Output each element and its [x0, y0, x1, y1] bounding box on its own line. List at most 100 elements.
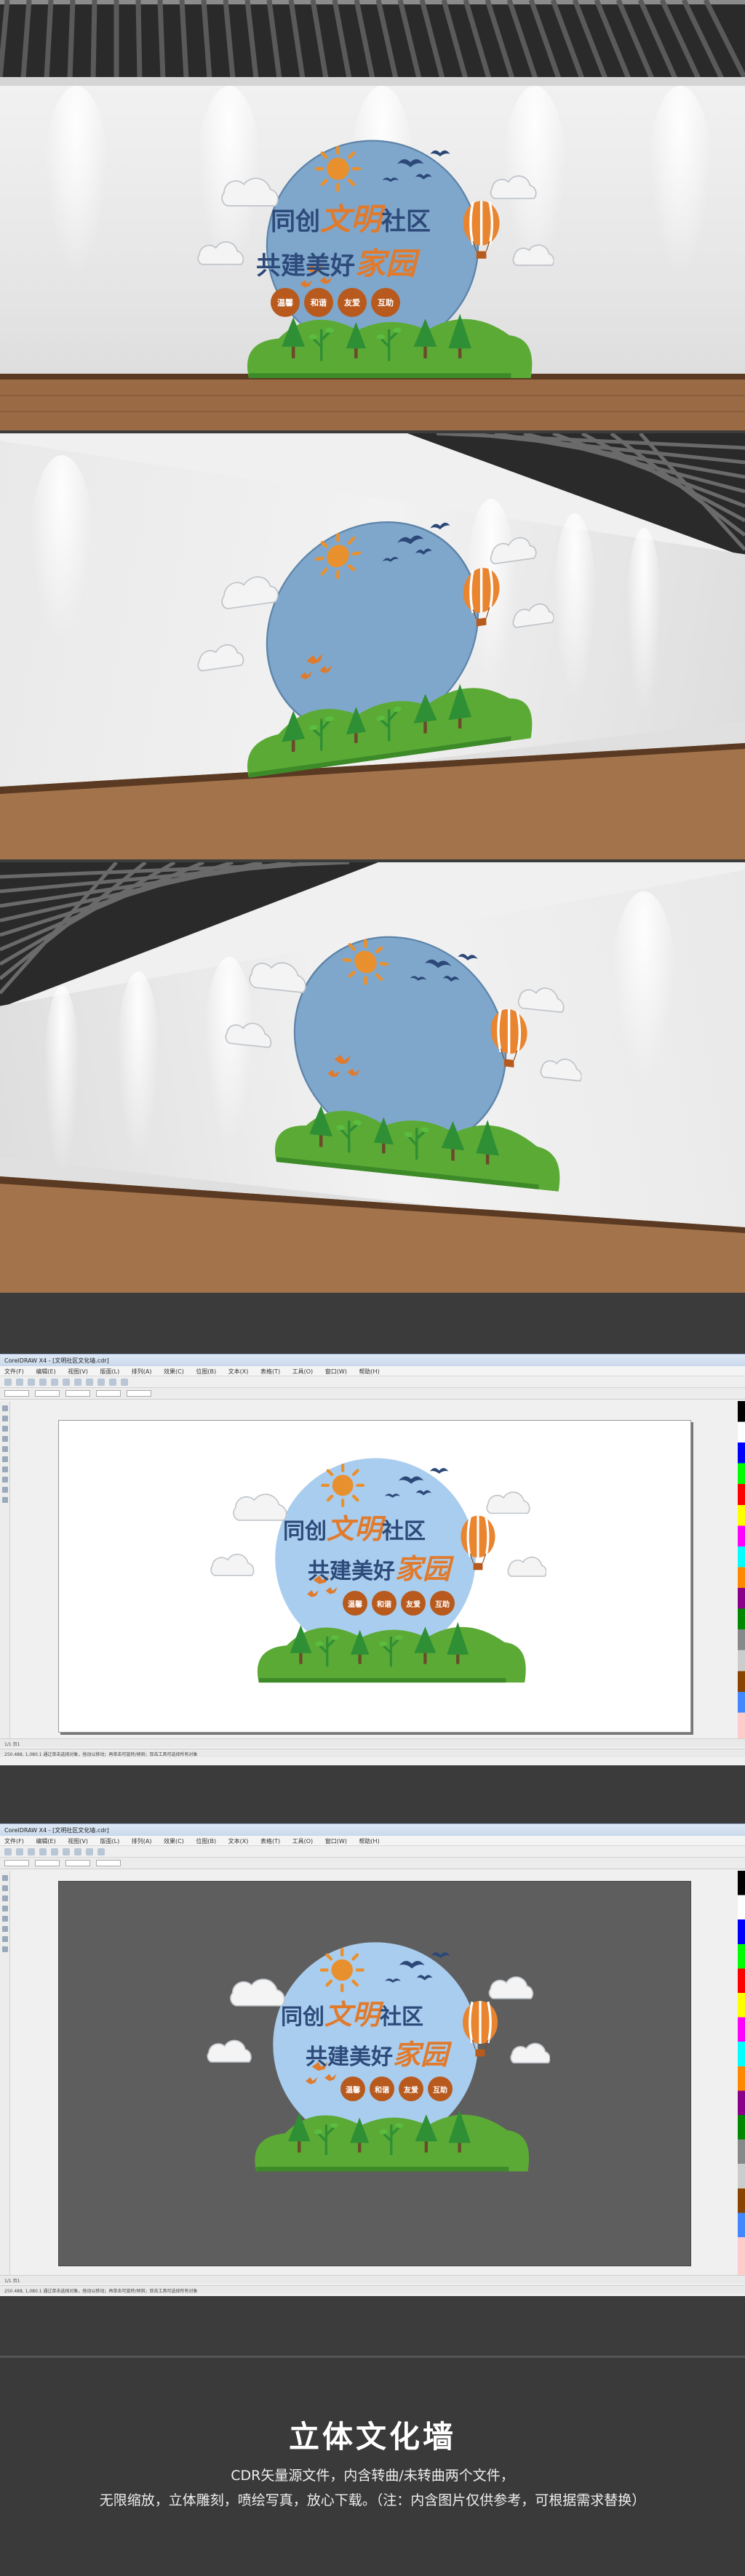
menu-file[interactable]: 文件(F): [4, 1368, 24, 1375]
badge-4: 互助: [371, 288, 400, 317]
export-icon[interactable]: [121, 1378, 128, 1386]
new-icon[interactable]: [4, 1847, 12, 1855]
print-icon[interactable]: [39, 1847, 47, 1855]
sign-title-1: 同创文明社区 共建美好家园 温馨 和谐 友爱 互助: [256, 195, 489, 317]
menu-effects[interactable]: 效果(C): [164, 1368, 184, 1375]
zoom-tool-icon[interactable]: [2, 1436, 8, 1442]
menu-edit[interactable]: 编辑(E): [36, 1368, 55, 1375]
standard-toolbar: [0, 1846, 745, 1858]
height-field[interactable]: [96, 1860, 121, 1866]
text-tool-icon[interactable]: [2, 1946, 8, 1952]
sign-wall-2: [191, 488, 554, 786]
mockup-angle-right: [0, 862, 745, 1293]
sign-line1-b: 文明: [320, 201, 382, 237]
paste-icon[interactable]: [74, 1847, 81, 1855]
property-bar: [0, 1388, 745, 1400]
status-bar: 250.488, 1,080.1 通过单击选择对象，拖动以移动；再单击可旋转/倾…: [0, 2285, 745, 2294]
save-icon[interactable]: [28, 1847, 35, 1855]
redo-icon[interactable]: [97, 1378, 105, 1386]
wood-floor: [0, 374, 745, 430]
drawing-canvas[interactable]: 同创文明社区 共建美好家园 温馨 和谐 友爱 互助: [58, 1881, 691, 2266]
wood-floor: [0, 743, 745, 859]
shape-tool-icon[interactable]: [2, 1885, 8, 1891]
footer-line-1: CDR矢量源文件，内含转曲/未转曲两个文件，: [231, 2468, 514, 2484]
sign-line1-a: 同创: [271, 207, 320, 236]
pick-tool-icon[interactable]: [2, 1405, 8, 1411]
menu-view[interactable]: 视图(V): [68, 1368, 88, 1375]
y-field[interactable]: [35, 1390, 60, 1397]
freehand-tool-icon[interactable]: [2, 1916, 8, 1922]
toolbox: [0, 1871, 10, 2278]
pick-tool-icon[interactable]: [2, 1875, 8, 1881]
y-field[interactable]: [35, 1860, 60, 1866]
menu-arrange[interactable]: 排列(A): [132, 1368, 152, 1375]
property-bar: [0, 1858, 745, 1869]
undo-icon[interactable]: [86, 1378, 93, 1386]
sign-wall-3: [218, 909, 582, 1195]
rectangle-tool-icon[interactable]: [2, 1456, 8, 1462]
cut-icon[interactable]: [51, 1378, 58, 1386]
menu-text[interactable]: 文本(X): [228, 1368, 249, 1375]
flat-title-2: 同创文明社区 共建美好家园 温馨 和谐 友爱 互助: [281, 1992, 499, 2101]
window-title: CorelDRAW X4 - [文明社区文化墙.cdr]: [0, 1824, 745, 1836]
badge-3: 友爱: [338, 288, 367, 317]
shape-tool-icon[interactable]: [2, 1416, 8, 1421]
page-tabs[interactable]: 1/1 页1: [0, 1738, 745, 1747]
sign-line2-b: 家园: [355, 246, 417, 281]
height-field[interactable]: [96, 1390, 121, 1397]
menu-bar: 文件(F) 编辑(E) 视图(V) 版面(L) 排列(A) 效果(C) 位图(B…: [0, 1366, 745, 1376]
freehand-tool-icon[interactable]: [2, 1446, 8, 1452]
rectangle-tool-icon[interactable]: [2, 1926, 8, 1932]
sign-line1-c: 社区: [381, 207, 431, 236]
copy-icon[interactable]: [63, 1847, 70, 1855]
open-icon[interactable]: [16, 1378, 23, 1386]
undo-icon[interactable]: [86, 1847, 93, 1855]
x-field[interactable]: [4, 1390, 29, 1397]
zoom-tool-icon[interactable]: [2, 1906, 8, 1911]
menu-bitmaps[interactable]: 位图(B): [196, 1368, 216, 1375]
menu-tools[interactable]: 工具(O): [292, 1368, 314, 1375]
ceiling-slats: [0, 0, 745, 86]
width-field[interactable]: [65, 1390, 90, 1397]
copy-icon[interactable]: [63, 1378, 70, 1386]
cad-window-1: CorelDRAW X4 - [文明社区文化墙.cdr] 文件(F) 编辑(E)…: [0, 1354, 745, 1765]
badge-1: 温馨: [271, 288, 300, 317]
flat-title-1: 同创文明社区 共建美好家园 温馨 和谐 友爱 互助: [283, 1506, 501, 1616]
window-title: CorelDRAW X4 - [文明社区文化墙.cdr]: [0, 1355, 745, 1366]
text-tool-icon[interactable]: [2, 1487, 8, 1493]
print-icon[interactable]: [39, 1378, 47, 1386]
page-tabs[interactable]: 1/1 页1: [0, 2275, 745, 2284]
product-footer: 立体文化墙 CDR矢量源文件，内含转曲/未转曲两个文件， 无限缩放，立体雕刻，喷…: [0, 2356, 745, 2576]
menu-table[interactable]: 表格(T): [260, 1368, 280, 1375]
redo-icon[interactable]: [97, 1847, 105, 1855]
menu-help[interactable]: 帮助(H): [359, 1368, 379, 1375]
drawing-canvas[interactable]: 同创文明社区 共建美好家园 温馨 和谐 友爱 互助: [58, 1420, 691, 1733]
save-icon[interactable]: [28, 1378, 35, 1386]
polygon-tool-icon[interactable]: [2, 1477, 8, 1482]
toolbox: [0, 1401, 10, 1747]
menu-layout[interactable]: 版面(L): [100, 1368, 120, 1375]
x-field[interactable]: [4, 1860, 29, 1866]
new-icon[interactable]: [4, 1378, 12, 1386]
import-icon[interactable]: [109, 1378, 116, 1386]
sign-line2-a: 共建美好: [256, 252, 355, 281]
menu-bar: 文件(F) 编辑(E) 视图(V) 版面(L) 排列(A) 效果(C) 位图(B…: [0, 1836, 745, 1846]
cad-window-2: CorelDRAW X4 - [文明社区文化墙.cdr] 文件(F) 编辑(E)…: [0, 1823, 745, 2296]
fill-tool-icon[interactable]: [2, 1497, 8, 1503]
ellipse-tool-icon[interactable]: [2, 1936, 8, 1942]
ellipse-tool-icon[interactable]: [2, 1466, 8, 1472]
color-palette[interactable]: [738, 1401, 745, 1747]
open-icon[interactable]: [16, 1847, 23, 1855]
menu-window[interactable]: 窗口(W): [325, 1368, 347, 1375]
footer-line-2: 无限缩放，立体雕刻，喷绘写真，放心下载。（注：内含图片仅供参考，可根据需求替换）: [99, 2492, 646, 2508]
wood-floor: [0, 1176, 745, 1293]
crop-tool-icon[interactable]: [2, 1426, 8, 1432]
width-field[interactable]: [65, 1860, 90, 1866]
paste-icon[interactable]: [74, 1378, 81, 1386]
footer-title: 立体文化墙: [288, 2419, 456, 2455]
crop-tool-icon[interactable]: [2, 1895, 8, 1901]
cut-icon[interactable]: [51, 1847, 58, 1855]
angle-field[interactable]: [127, 1390, 151, 1397]
color-palette[interactable]: [738, 1871, 745, 2278]
status-bar: 250.488, 1,080.1 通过单击选择对象，拖动以移动；再单击可旋转/倾…: [0, 1749, 745, 1757]
